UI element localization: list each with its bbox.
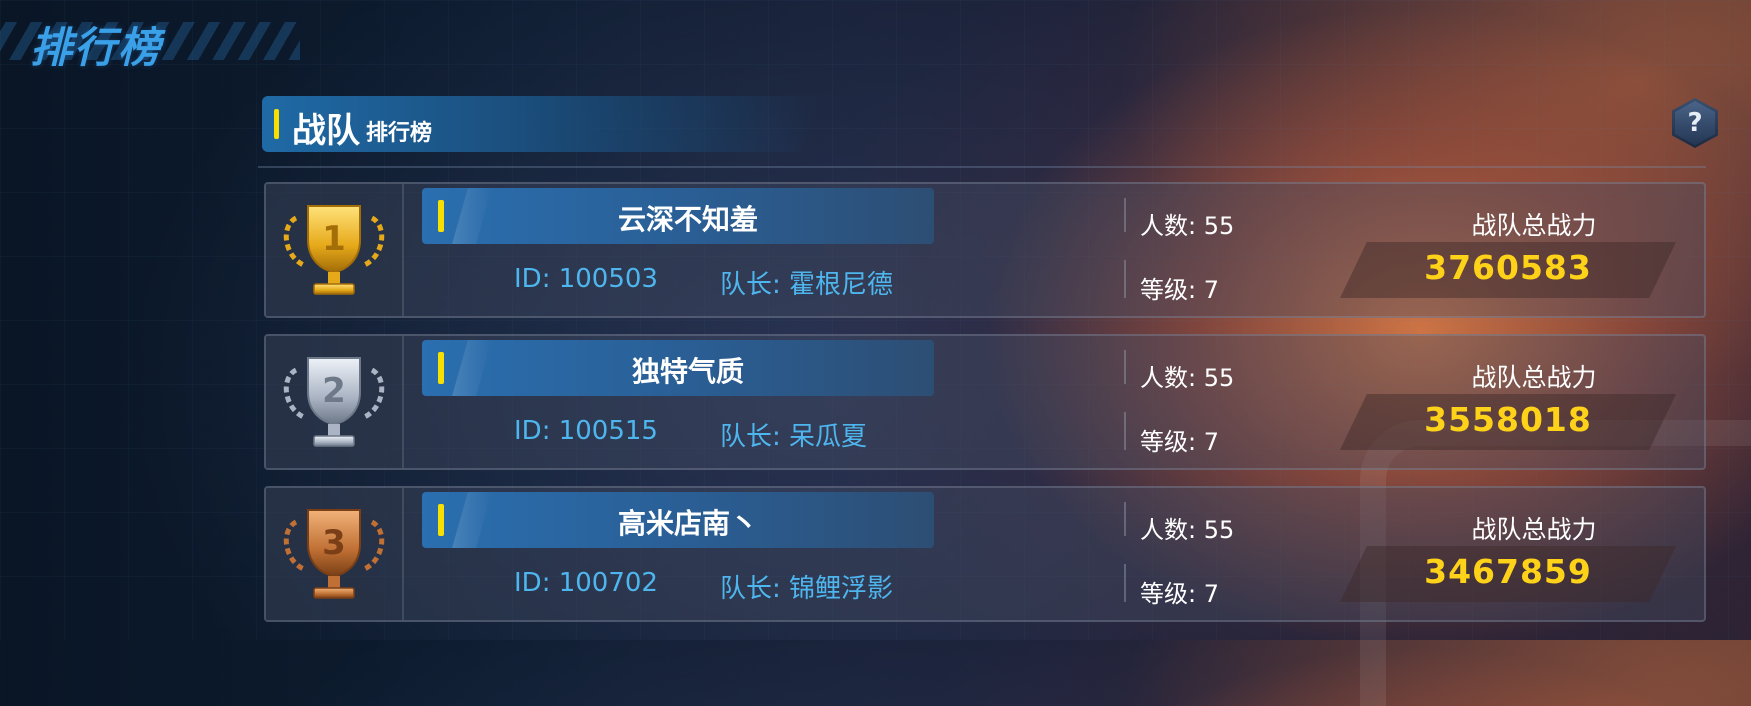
rank-number: 1 — [322, 219, 346, 259]
ranking-row[interactable]: 3 高米店南丶 ID: 100702 队长: 锦鲤浮影 人数: 55 等级: 7… — [264, 486, 1706, 622]
team-leader: 队长: 锦鲤浮影 — [720, 574, 894, 604]
section-accent-bar — [274, 109, 279, 139]
column-divider — [1124, 564, 1126, 602]
total-power-value: 3760583 — [1424, 248, 1592, 287]
page-title: 排行榜 — [30, 23, 163, 72]
team-level: 等级: 7 — [1140, 580, 1219, 608]
ranking-row[interactable]: 2 独特气质 ID: 100515 队长: 呆瓜夏 人数: 55 等级: 7 战… — [264, 334, 1706, 470]
total-power-value: 3558018 — [1424, 400, 1592, 439]
bronze-trophy-icon: 3 — [283, 509, 385, 599]
gold-trophy-icon: 1 — [283, 205, 385, 295]
team-leader: 队长: 呆瓜夏 — [720, 422, 868, 452]
team-name-banner: 高米店南丶 — [422, 492, 934, 548]
column-divider — [1124, 412, 1126, 450]
section-title-sub: 排行榜 — [366, 121, 433, 146]
team-name-banner: 云深不知羞 — [422, 188, 934, 244]
section-header: 战队 排行榜 — [262, 96, 822, 152]
member-count: 人数: 55 — [1140, 516, 1235, 544]
rank-number: 2 — [322, 371, 346, 411]
team-level: 等级: 7 — [1140, 276, 1219, 304]
team-name: 高米店南丶 — [617, 507, 758, 540]
ranking-row[interactable]: 1 云深不知羞 ID: 100503 队长: 霍根尼德 人数: 55 等级: 7… — [264, 182, 1706, 318]
silver-trophy-icon: 2 — [283, 357, 385, 447]
column-divider — [1124, 198, 1126, 232]
rank-cell: 2 — [266, 336, 404, 468]
column-divider — [1124, 260, 1126, 298]
team-name: 独特气质 — [631, 355, 744, 388]
team-id: ID: 100503 — [514, 264, 658, 294]
rank-cell: 1 — [266, 184, 404, 316]
total-power-label: 战队总战力 — [1471, 515, 1597, 544]
team-id: ID: 100702 — [514, 568, 658, 598]
team-id: ID: 100515 — [514, 416, 658, 446]
member-count: 人数: 55 — [1140, 364, 1235, 392]
team-level: 等级: 7 — [1140, 428, 1219, 456]
total-power-value: 3467859 — [1424, 552, 1592, 591]
member-count: 人数: 55 — [1140, 212, 1235, 240]
column-divider — [1124, 502, 1126, 536]
help-button[interactable]: ? — [1672, 98, 1718, 148]
rank-number: 3 — [322, 523, 346, 563]
team-leader: 队长: 霍根尼德 — [720, 270, 894, 300]
total-power-label: 战队总战力 — [1471, 211, 1597, 240]
question-mark-icon: ? — [1687, 108, 1703, 138]
team-name-banner: 独特气质 — [422, 340, 934, 396]
header-divider — [258, 166, 1706, 168]
column-divider — [1124, 350, 1126, 384]
total-power-label: 战队总战力 — [1471, 363, 1597, 392]
section-title-main: 战队 — [292, 111, 360, 151]
rank-cell: 3 — [266, 488, 404, 620]
team-name: 云深不知羞 — [617, 203, 758, 236]
